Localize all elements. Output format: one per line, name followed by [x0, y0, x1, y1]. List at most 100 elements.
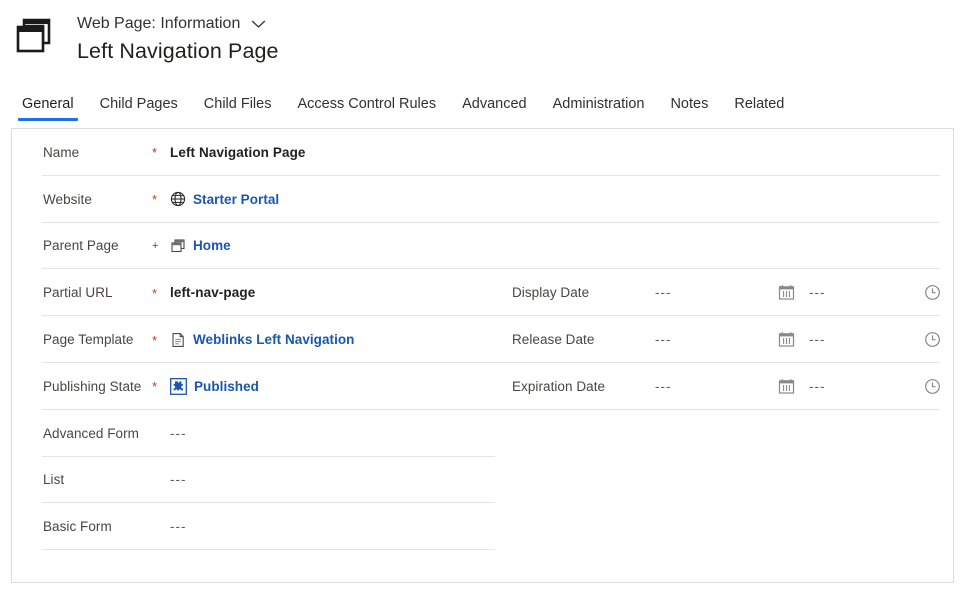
required-marker-partial-url: *	[152, 285, 158, 301]
tab-notes[interactable]: Notes	[657, 95, 721, 122]
field-publishing-state: Publishing State * Published	[12, 363, 495, 410]
value-release-time[interactable]: ---	[809, 332, 909, 347]
form-row-name: Name * Left Navigation Page	[12, 129, 953, 176]
clock-icon[interactable]	[909, 284, 955, 301]
field-page-template: Page Template * Weblinks Left Navigation	[12, 316, 495, 363]
required-marker-website: *	[152, 192, 158, 208]
field-value-website[interactable]: Starter Portal	[170, 191, 279, 207]
form-row-publishing-state: Publishing State * Published Expiration …	[12, 363, 953, 410]
field-value-name[interactable]: Left Navigation Page	[170, 145, 306, 160]
field-label-release-date: Release Date	[512, 332, 595, 348]
form-row-website: Website * Starter Portal	[12, 176, 953, 223]
marker-none-list	[152, 479, 170, 481]
header-text-block: Web Page: Information Left Navigation Pa…	[77, 11, 279, 66]
pages-icon	[170, 238, 186, 254]
field-parent-page: Parent Page + Home	[12, 223, 495, 270]
field-basic-form: Basic Form ---	[12, 503, 495, 550]
tab-access-control-rules[interactable]: Access Control Rules	[284, 95, 449, 122]
entity-label: Web Page: Information	[77, 14, 241, 32]
value-text-list: ---	[170, 472, 187, 488]
page-header: Web Page: Information Left Navigation Pa…	[0, 0, 965, 86]
clock-icon[interactable]	[909, 378, 955, 395]
value-text-advanced-form: ---	[170, 425, 187, 441]
field-value-partial-url[interactable]: left-nav-page	[170, 285, 255, 300]
field-value-basic-form[interactable]: ---	[170, 519, 187, 534]
field-label-page-template: Page Template	[43, 332, 134, 348]
globe-icon	[170, 191, 186, 207]
field-list: List ---	[12, 457, 495, 504]
tab-advanced[interactable]: Advanced	[449, 95, 540, 122]
form-row-advanced-form: Advanced Form ---	[12, 410, 953, 457]
form-row-advanced-form-right-empty	[495, 410, 953, 457]
field-advanced-form: Advanced Form ---	[12, 410, 495, 457]
tab-child-pages[interactable]: Child Pages	[87, 95, 191, 122]
form-grid: Name * Left Navigation Page Website * St…	[12, 129, 955, 551]
field-value-advanced-form[interactable]: ---	[170, 426, 187, 441]
field-label-list: List	[43, 472, 65, 488]
field-label-partial-url: Partial URL	[43, 285, 113, 301]
tab-related[interactable]: Related	[721, 95, 797, 122]
marker-none-basic-form	[152, 526, 170, 528]
field-name: Name * Left Navigation Page	[12, 129, 495, 176]
field-display-date: Display Date --- ---	[495, 269, 955, 316]
form-row-name-right-empty	[495, 129, 953, 176]
chevron-down-icon[interactable]	[248, 15, 268, 33]
value-expiration-date[interactable]: ---	[655, 379, 763, 394]
field-label-website: Website	[43, 191, 92, 207]
form-row-page-template: Page Template * Weblinks Left Navigation	[12, 316, 953, 363]
field-label-name: Name	[43, 144, 80, 160]
required-marker-name: *	[152, 145, 158, 161]
field-value-list[interactable]: ---	[170, 472, 187, 487]
entity-line: Web Page: Information	[77, 14, 279, 33]
row-divider	[42, 549, 495, 551]
component-icon	[170, 377, 187, 395]
field-label-advanced-form: Advanced Form	[43, 425, 139, 441]
field-value-parent-page[interactable]: Home	[170, 238, 231, 254]
form-row-website-right-empty	[495, 176, 953, 223]
required-marker-publishing-state: *	[152, 379, 158, 395]
field-partial-url: Partial URL * left-nav-page	[12, 269, 495, 316]
field-website: Website * Starter Portal	[12, 176, 495, 223]
value-expiration-time[interactable]: ---	[809, 379, 909, 394]
value-display-time[interactable]: ---	[809, 285, 909, 300]
value-link-website[interactable]: Starter Portal	[193, 192, 279, 207]
field-label-expiration-date: Expiration Date	[512, 378, 606, 394]
required-marker-page-template: *	[152, 332, 158, 348]
tab-administration[interactable]: Administration	[540, 95, 658, 122]
field-label-publishing-state: Publishing State	[43, 378, 142, 394]
value-display-date[interactable]: ---	[655, 285, 763, 300]
clock-icon[interactable]	[909, 331, 955, 348]
field-expiration-date: Expiration Date --- ---	[495, 363, 955, 410]
calendar-icon[interactable]	[763, 284, 809, 301]
value-text-partial-url: left-nav-page	[170, 285, 256, 301]
tab-child-files[interactable]: Child Files	[191, 95, 285, 122]
value-link-publishing-state[interactable]: Published	[194, 379, 259, 394]
tab-bar: General Child Pages Child Files Access C…	[0, 86, 965, 122]
general-form-card: Name * Left Navigation Page Website * St…	[11, 128, 954, 583]
page-title: Left Navigation Page	[77, 39, 279, 63]
field-value-page-template[interactable]: Weblinks Left Navigation	[170, 332, 354, 348]
value-text-basic-form: ---	[170, 519, 187, 535]
form-row-parent-page: Parent Page + Home	[12, 223, 953, 270]
field-label-basic-form: Basic Form	[43, 519, 112, 535]
form-row-list: List ---	[12, 457, 953, 504]
value-link-page-template[interactable]: Weblinks Left Navigation	[193, 332, 354, 347]
web-pages-icon	[12, 13, 58, 59]
form-row-partial-url: Partial URL * left-nav-page Display Date…	[12, 269, 955, 317]
field-label-parent-page: Parent Page	[43, 238, 119, 254]
value-release-date[interactable]: ---	[655, 332, 763, 347]
field-release-date: Release Date --- ---	[495, 316, 955, 363]
recommended-marker-parent-page: +	[152, 239, 159, 252]
field-value-publishing-state[interactable]: Published	[170, 377, 259, 395]
value-link-parent-page[interactable]: Home	[193, 238, 231, 253]
value-text-name: Left Navigation Page	[170, 144, 306, 160]
calendar-icon[interactable]	[763, 378, 809, 395]
document-icon	[170, 332, 186, 348]
form-row-parent-page-right-empty	[495, 223, 953, 270]
form-row-basic-form: Basic Form ---	[12, 503, 953, 551]
tab-general[interactable]: General	[9, 95, 87, 122]
form-row-basic-form-right-empty	[495, 503, 953, 550]
form-row-list-right-empty	[495, 457, 953, 504]
calendar-icon[interactable]	[763, 331, 809, 348]
marker-none-advanced-form	[152, 432, 170, 434]
